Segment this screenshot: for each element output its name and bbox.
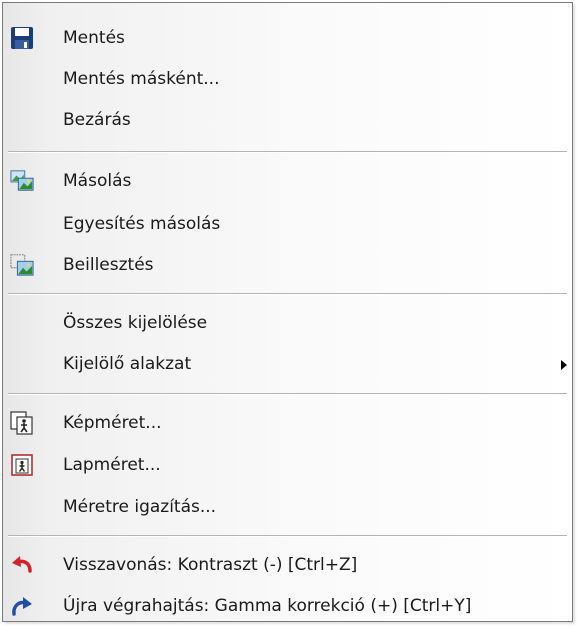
menu-item-copy[interactable]: Másolás bbox=[3, 164, 572, 198]
menu-item-label: Mentés bbox=[63, 28, 125, 48]
floppy-disk-icon bbox=[10, 26, 34, 50]
menu-separator bbox=[8, 535, 567, 537]
menu-item-label: Lapméret... bbox=[63, 455, 161, 475]
menu-separator bbox=[8, 393, 567, 395]
menu-item-paste[interactable]: Beillesztés bbox=[3, 248, 572, 282]
menu-item-label: Egyesítés másolás bbox=[63, 214, 221, 234]
canvas-size-icon bbox=[10, 453, 34, 477]
menu-item-image-size[interactable]: Képméret... bbox=[3, 406, 572, 440]
image-size-icon bbox=[10, 411, 34, 435]
copy-image-icon bbox=[10, 169, 34, 193]
menu-item-close[interactable]: Bezárás bbox=[3, 103, 572, 137]
menu-item-label: Méretre igazítás... bbox=[63, 497, 217, 517]
menu-item-label: Összes kijelölése bbox=[63, 313, 208, 333]
paste-image-icon bbox=[10, 253, 34, 277]
redo-icon bbox=[10, 594, 34, 618]
menu-item-selection-shape[interactable]: Kijelölő alakzat bbox=[3, 347, 572, 381]
menu-separator bbox=[8, 293, 567, 295]
menu-item-undo[interactable]: Visszavonás: Kontraszt (-) [Ctrl+Z] bbox=[3, 548, 572, 582]
menu-item-label: Mentés másként... bbox=[63, 69, 220, 89]
menu-item-label: Kijelölő alakzat bbox=[63, 354, 192, 374]
undo-icon bbox=[10, 553, 34, 577]
menu-item-label: Beillesztés bbox=[63, 255, 154, 275]
menu-item-fit-to-size[interactable]: Méretre igazítás... bbox=[3, 490, 572, 524]
menu-separator bbox=[8, 151, 567, 153]
menu-item-redo[interactable]: Újra végrahajtás: Gamma korrekció (+) [C… bbox=[3, 589, 572, 623]
menu-item-label: Bezárás bbox=[63, 110, 131, 130]
menu-item-merge-copy[interactable]: Egyesítés másolás bbox=[3, 207, 572, 241]
context-menu: Mentés Mentés másként... Bezárás Másolás… bbox=[2, 2, 573, 622]
menu-item-label: Másolás bbox=[63, 171, 132, 191]
menu-item-label: Képméret... bbox=[63, 413, 162, 433]
menu-item-label: Visszavonás: Kontraszt (-) [Ctrl+Z] bbox=[63, 555, 358, 575]
menu-item-save-as[interactable]: Mentés másként... bbox=[3, 62, 572, 96]
menu-item-save[interactable]: Mentés bbox=[3, 21, 572, 55]
menu-item-canvas-size[interactable]: Lapméret... bbox=[3, 448, 572, 482]
menu-item-select-all[interactable]: Összes kijelölése bbox=[3, 306, 572, 340]
menu-item-label: Újra végrahajtás: Gamma korrekció (+) [C… bbox=[63, 596, 472, 616]
submenu-arrow-icon bbox=[561, 360, 567, 370]
